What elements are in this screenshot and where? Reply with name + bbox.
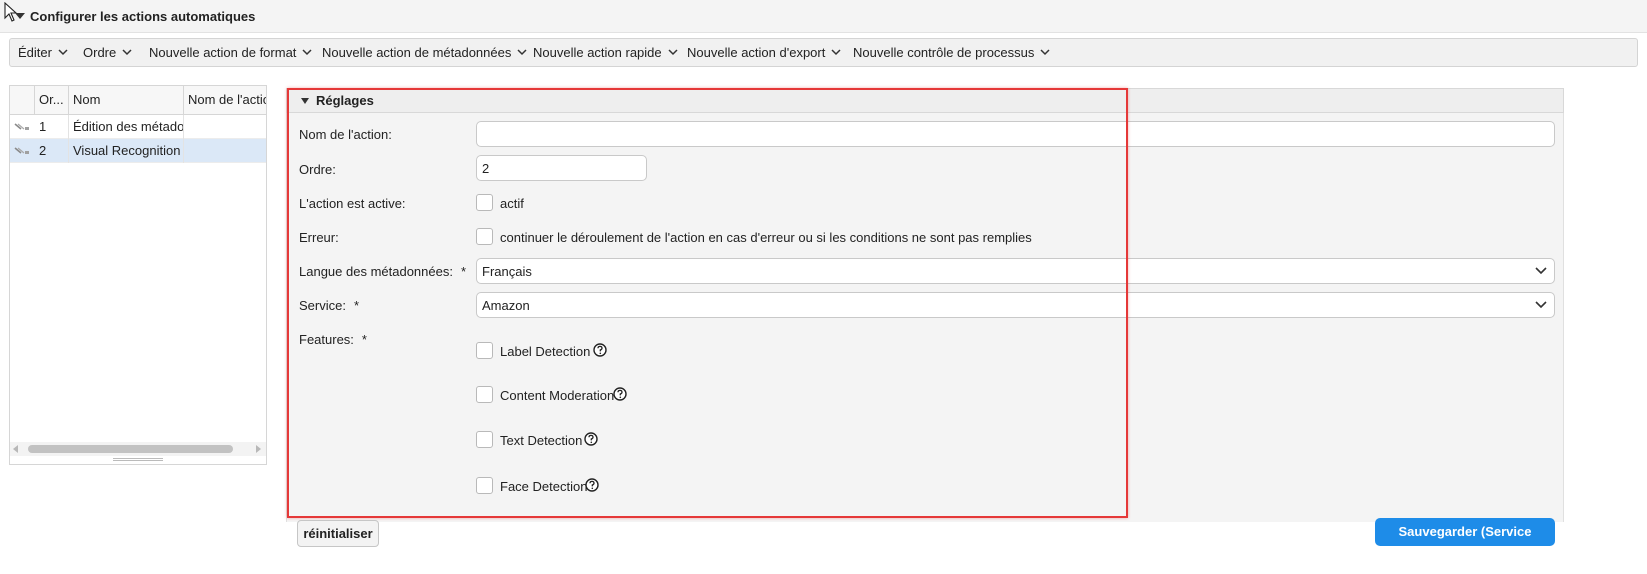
feature-content-moderation-label: Content Moderation xyxy=(500,388,615,403)
chevron-down-icon xyxy=(58,49,68,56)
service-select-value: Amazon xyxy=(482,298,530,313)
service-label: Service: * xyxy=(299,298,359,313)
action-name-input[interactable] xyxy=(476,121,1555,147)
cell-name: Édition des métadon xyxy=(69,115,184,139)
horizontal-scrollbar[interactable] xyxy=(10,442,266,456)
feature-text-detection-checkbox[interactable] xyxy=(476,431,493,448)
active-checkbox-label: actif xyxy=(500,196,524,211)
language-label-text: Langue des métadonnées: xyxy=(299,264,453,279)
chevron-down-icon xyxy=(1040,49,1050,56)
service-select[interactable]: Amazon xyxy=(476,292,1555,318)
required-marker: * xyxy=(353,298,360,313)
actions-grid: Or... Nom Nom de l'actio 1 Édition des m… xyxy=(9,85,267,465)
action-menubar: Éditer Ordre Nouvelle action de format N… xyxy=(9,38,1638,67)
feature-content-moderation-checkbox[interactable] xyxy=(476,386,493,403)
reset-button[interactable]: réinitialiser xyxy=(297,520,379,547)
help-icon[interactable] xyxy=(584,432,598,446)
title-bar[interactable]: Configurer les actions automatiques xyxy=(0,0,1647,33)
chevron-down-icon xyxy=(122,49,132,56)
scroll-right-arrow-icon[interactable] xyxy=(256,445,261,453)
cell-name: Visual Recognition S xyxy=(69,139,184,163)
features-label-text: Features: xyxy=(299,332,354,347)
required-marker: * xyxy=(361,332,367,347)
continue-on-error-checkbox[interactable] xyxy=(476,228,493,245)
scroll-left-arrow-icon[interactable] xyxy=(13,445,18,453)
collapse-caret-icon[interactable] xyxy=(301,98,309,104)
order-label: Ordre: xyxy=(299,162,336,177)
menu-label: Nouvelle action d'export xyxy=(687,45,826,60)
save-button[interactable]: Sauvegarder (Service payant) xyxy=(1375,518,1555,567)
language-label: Langue des métadonnées: * xyxy=(299,264,466,279)
menu-new-metadata-action[interactable]: Nouvelle action de métadonnées xyxy=(322,45,527,60)
grid-header-action-name[interactable]: Nom de l'actio xyxy=(184,86,266,115)
required-marker: * xyxy=(460,264,467,279)
page-title: Configurer les actions automatiques xyxy=(30,9,256,24)
grid-header: Or... Nom Nom de l'actio xyxy=(10,86,266,115)
table-row[interactable]: 1 Édition des métadon xyxy=(10,115,266,139)
feature-text-detection-label: Text Detection xyxy=(500,433,583,448)
menu-edit[interactable]: Éditer xyxy=(18,45,68,60)
language-select-value: Français xyxy=(482,264,532,279)
drag-handle-icon[interactable] xyxy=(14,123,30,131)
cell-order: 2 xyxy=(35,139,69,163)
help-icon[interactable] xyxy=(613,387,627,401)
settings-panel-title: Réglages xyxy=(316,93,374,108)
active-checkbox[interactable] xyxy=(476,194,493,211)
features-label: Features: * xyxy=(299,332,367,347)
menu-label: Nouvelle action de format xyxy=(149,45,297,60)
cell-order: 1 xyxy=(35,115,69,139)
settings-panel-header[interactable]: Réglages xyxy=(286,88,1564,113)
help-icon[interactable] xyxy=(585,478,599,492)
feature-label-detection-label: Label Detection xyxy=(500,344,591,359)
menu-label: Ordre xyxy=(83,45,117,60)
chevron-down-icon xyxy=(1535,267,1547,275)
feature-label-detection-checkbox[interactable] xyxy=(476,342,493,359)
chevron-down-icon xyxy=(302,49,312,56)
chevron-down-icon xyxy=(668,49,678,56)
feature-face-detection-label: Face Detection xyxy=(500,479,588,494)
collapse-caret-icon[interactable] xyxy=(15,13,25,19)
cell-action-name xyxy=(184,139,266,163)
drag-handle-icon[interactable] xyxy=(14,147,30,155)
service-label-text: Service: xyxy=(299,298,346,313)
menu-label: Nouvelle contrôle de processus xyxy=(853,45,1035,60)
settings-form: Nom de l'action: Ordre: L'action est act… xyxy=(286,113,1564,522)
grid-header-name[interactable]: Nom xyxy=(69,86,184,115)
table-row[interactable]: 2 Visual Recognition S xyxy=(10,139,266,163)
menu-new-export-action[interactable]: Nouvelle action d'export xyxy=(687,45,841,60)
language-select[interactable]: Français xyxy=(476,258,1555,284)
mouse-cursor-icon xyxy=(4,2,18,22)
action-name-label: Nom de l'action: xyxy=(299,127,392,142)
menu-label: Éditer xyxy=(18,45,52,60)
feature-face-detection-checkbox[interactable] xyxy=(476,477,493,494)
menu-label: Nouvelle action de métadonnées xyxy=(322,45,512,60)
help-icon[interactable] xyxy=(593,343,607,357)
active-label: L'action est active: xyxy=(299,196,406,211)
menu-new-quick-action[interactable]: Nouvelle action rapide xyxy=(533,45,678,60)
menu-new-process-control[interactable]: Nouvelle contrôle de processus xyxy=(853,45,1050,60)
chevron-down-icon xyxy=(831,49,841,56)
menu-order[interactable]: Ordre xyxy=(83,45,132,60)
chevron-down-icon xyxy=(517,49,527,56)
grid-header-order[interactable]: Or... xyxy=(35,86,69,115)
chevron-down-icon xyxy=(1535,301,1547,309)
continue-on-error-label: continuer le déroulement de l'action en … xyxy=(500,230,1032,245)
menu-new-format-action[interactable]: Nouvelle action de format xyxy=(149,45,312,60)
error-label: Erreur: xyxy=(299,230,339,245)
resize-grip[interactable] xyxy=(113,458,163,461)
menu-label: Nouvelle action rapide xyxy=(533,45,662,60)
cell-action-name xyxy=(184,115,266,139)
scrollbar-thumb[interactable] xyxy=(28,445,233,453)
order-input[interactable] xyxy=(476,155,647,181)
grid-header-handle xyxy=(10,86,35,115)
